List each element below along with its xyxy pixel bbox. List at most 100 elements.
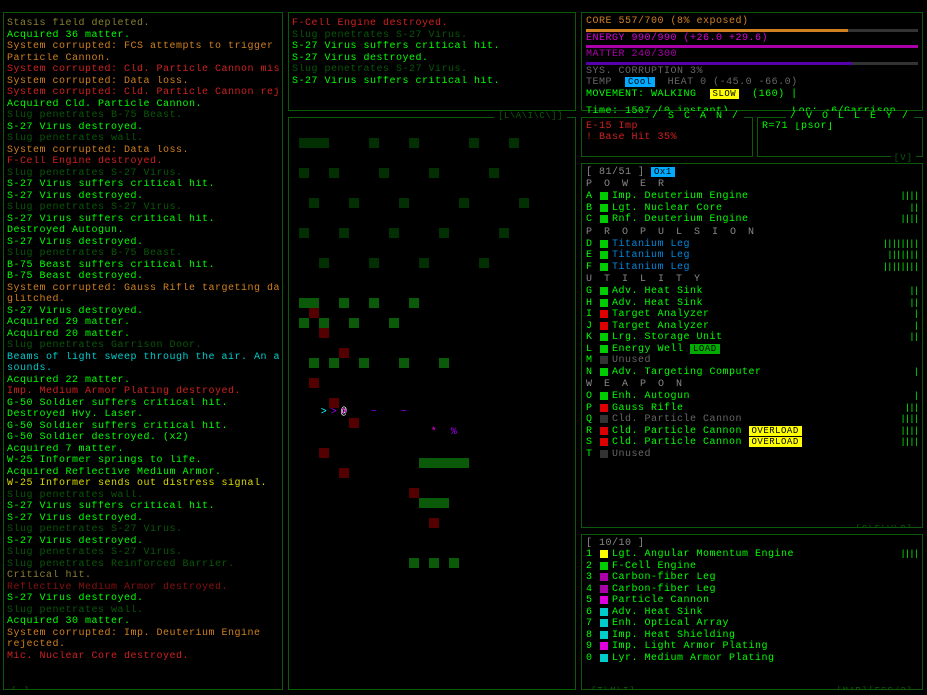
map-tile bbox=[369, 138, 379, 148]
map-tile bbox=[369, 258, 379, 268]
log-line: Slug penetrates wall. bbox=[7, 133, 279, 145]
part-row[interactable]: CRnf. Deuterium Engine|||| bbox=[586, 214, 918, 226]
log-line: rejected. bbox=[7, 639, 279, 651]
part-row[interactable]: 0Lyr. Medium Armor Plating bbox=[586, 653, 918, 665]
log-line: S-27 Virus destroyed. bbox=[7, 593, 279, 605]
log-line: Slug penetrates S-27 Virus. bbox=[7, 524, 279, 536]
map-tile bbox=[429, 558, 439, 568]
log-line: System corrupted: Imp. Deuterium Engine bbox=[7, 628, 279, 640]
map-tile bbox=[319, 318, 329, 328]
energy-bar bbox=[586, 45, 918, 48]
part-row[interactable]: QCld. Particle Cannon|||| bbox=[586, 414, 918, 426]
part-row[interactable]: AImp. Deuterium Engine|||| bbox=[586, 191, 918, 203]
log1-content: Stasis field depleted.Acquired 36 matter… bbox=[7, 18, 279, 662]
map-tile bbox=[349, 418, 359, 428]
part-row[interactable]: 9Imp. Light Armor Plating bbox=[586, 641, 918, 653]
log-line: Slug penetrates S-27 Virus. bbox=[7, 202, 279, 214]
map-entity[interactable]: * bbox=[429, 428, 439, 438]
map-tile bbox=[299, 168, 309, 178]
part-row[interactable]: TUnused bbox=[586, 449, 918, 461]
volley-title: / V O L L E Y / bbox=[786, 111, 914, 122]
section-header: W e a p o n bbox=[586, 379, 918, 390]
log-line: F-Cell Engine destroyed. bbox=[7, 156, 279, 168]
map-tile bbox=[359, 358, 369, 368]
part-row[interactable]: MUnused bbox=[586, 355, 918, 367]
map-tile bbox=[439, 498, 449, 508]
scan-target[interactable]: E-15 Imp bbox=[586, 121, 748, 132]
part-row[interactable]: 1Lgt. Angular Momentum Engine|||| bbox=[586, 549, 918, 561]
part-row[interactable]: DTitanium Leg|||||||| bbox=[586, 239, 918, 251]
part-row[interactable]: 5Particle Cannon bbox=[586, 595, 918, 607]
log-line: Particle Cannon. bbox=[7, 53, 279, 65]
map-entity[interactable]: > bbox=[339, 408, 349, 418]
log-line: Slug penetrates wall. bbox=[7, 605, 279, 617]
part-row[interactable]: 7Enh. Optical Array bbox=[586, 618, 918, 630]
map-panel[interactable]: [L\A\I\C\]] @>>>~~*% bbox=[288, 117, 576, 690]
map-tile bbox=[419, 458, 429, 468]
log-line: System corrupted: Data loss. bbox=[7, 76, 279, 88]
part-row[interactable]: SCld. Particle Cannon OVERLOAD|||| bbox=[586, 437, 918, 449]
status-movement: MOVEMENT: WALKING SLOW (160) | bbox=[586, 89, 918, 101]
part-row[interactable]: OEnh. Autogun| bbox=[586, 391, 918, 403]
map-tile bbox=[439, 358, 449, 368]
map-tile bbox=[339, 298, 349, 308]
log-line: S-27 Virus destroyed. bbox=[7, 513, 279, 525]
map-tile bbox=[309, 358, 319, 368]
log-line: System corrupted: Data loss. bbox=[7, 145, 279, 157]
part-row[interactable]: LEnergy Well LOAD bbox=[586, 344, 918, 356]
part-row[interactable]: RCld. Particle Cannon OVERLOAD|||| bbox=[586, 426, 918, 438]
part-row[interactable]: 2F-Cell Engine bbox=[586, 561, 918, 573]
map-entity[interactable]: ~ bbox=[369, 408, 379, 418]
part-row[interactable]: BLgt. Nuclear Core|| bbox=[586, 203, 918, 215]
log-line: Acquired 29 matter. bbox=[7, 317, 279, 329]
map-tile bbox=[339, 468, 349, 478]
map-entity[interactable]: % bbox=[449, 428, 459, 438]
map-tile bbox=[419, 498, 429, 508]
log-line: Slug penetrates wall. bbox=[7, 490, 279, 502]
volley-line: R=71 [psor] bbox=[762, 121, 918, 132]
status-panel: CORE 557/700 (8% exposed) ENERGY 990/990… bbox=[581, 12, 923, 111]
part-row[interactable]: NAdv. Targeting Computer| bbox=[586, 367, 918, 379]
map-entity[interactable]: ~ bbox=[399, 408, 409, 418]
part-row[interactable]: 8Imp. Heat Shielding bbox=[586, 630, 918, 642]
log-line: Stasis field depleted. bbox=[7, 18, 279, 30]
part-row[interactable]: PGauss Rifle||| bbox=[586, 403, 918, 415]
map-tile bbox=[409, 138, 419, 148]
map-hint: [L\A\I\C\]] bbox=[494, 111, 567, 121]
map-tile bbox=[439, 458, 449, 468]
part-row[interactable]: 4Carbon-fiber Leg bbox=[586, 584, 918, 596]
map-tile bbox=[439, 228, 449, 238]
core-bar bbox=[586, 29, 918, 32]
section-header: P o w e r bbox=[586, 179, 918, 190]
part-row[interactable]: ITarget Analyzer| bbox=[586, 309, 918, 321]
volley-panel: / V O L L E Y / R=71 [psor] [V] bbox=[757, 117, 923, 157]
parts-title: / P A R T S / bbox=[802, 163, 914, 168]
part-row[interactable]: JTarget Analyzer| bbox=[586, 321, 918, 333]
map-tile bbox=[399, 358, 409, 368]
part-row[interactable]: 3Carbon-fiber Leg bbox=[586, 572, 918, 584]
part-row[interactable]: GAdv. Heat Sink|| bbox=[586, 286, 918, 298]
part-row[interactable]: HAdv. Heat Sink|| bbox=[586, 298, 918, 310]
inv-title: / I N V E N T O R Y / bbox=[738, 534, 914, 539]
part-row[interactable]: FTitanium Leg|||||||| bbox=[586, 262, 918, 274]
parts-panel: / P A R T S / [ 81/51 ] Ox1 P o w e rAIm… bbox=[581, 163, 923, 528]
map-tile bbox=[389, 318, 399, 328]
map-tile bbox=[509, 138, 519, 148]
status-energy: ENERGY 990/990 (+26.0 +29.6) bbox=[586, 33, 918, 45]
map-tile bbox=[349, 318, 359, 328]
log-line: Acquired 30 matter. bbox=[7, 616, 279, 628]
log-line: Slug penetrates Reinforced Barrier. bbox=[7, 559, 279, 571]
part-row[interactable]: KLrg. Storage Unit|| bbox=[586, 332, 918, 344]
log-line: B-75 Beast suffers critical hit. bbox=[7, 260, 279, 272]
map-entity[interactable]: > bbox=[329, 408, 339, 418]
map-tile bbox=[319, 328, 329, 338]
part-row[interactable]: 6Adv. Heat Sink bbox=[586, 607, 918, 619]
parts-list: P o w e rAImp. Deuterium Engine||||BLgt.… bbox=[586, 179, 918, 460]
log-line: S-27 Virus suffers critical hit. bbox=[7, 179, 279, 191]
map-entity[interactable]: > bbox=[319, 408, 329, 418]
part-row[interactable]: ETitanium Leg||||||| bbox=[586, 250, 918, 262]
map-tile bbox=[409, 488, 419, 498]
map-tile bbox=[499, 228, 509, 238]
map-tile bbox=[329, 168, 339, 178]
log-line: Beams of light sweep through the air. An… bbox=[7, 352, 279, 364]
